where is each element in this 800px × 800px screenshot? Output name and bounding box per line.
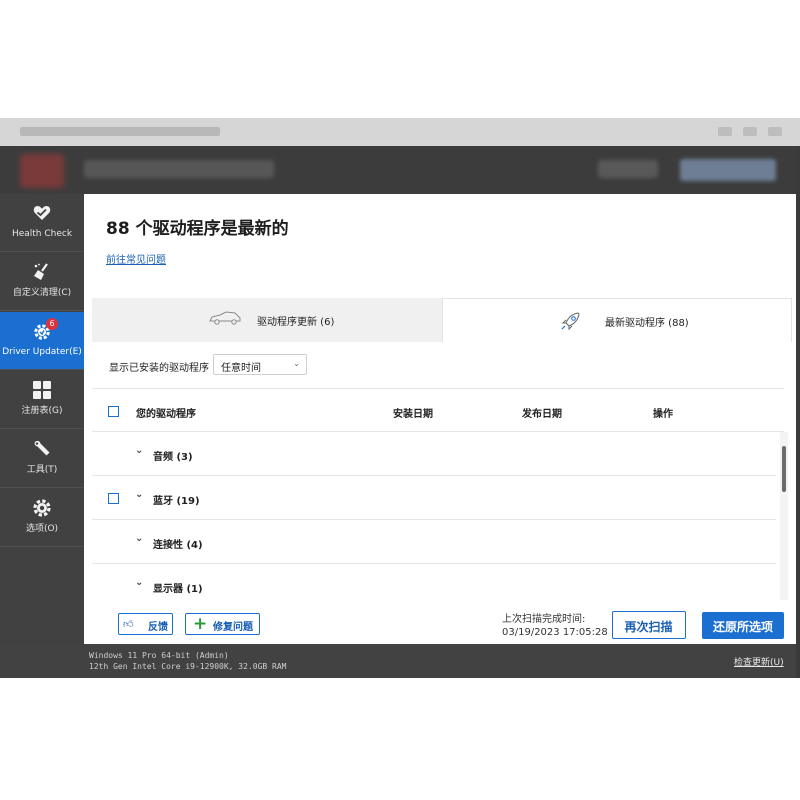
status-bar: Windows 11 Pro 64-bit (Admin) 12th Gen I… [0, 644, 800, 678]
select-all-checkbox[interactable] [108, 406, 119, 417]
sidebar-item-options[interactable]: 选项(O) [0, 489, 84, 547]
button-label: 再次扫描 [624, 620, 673, 634]
header-blurred-upgrade-button[interactable] [680, 159, 776, 181]
header-blurred-button[interactable] [598, 160, 658, 178]
sidebar-item-label: 自定义清理(C) [12, 288, 72, 298]
tab-latest-drivers[interactable]: 最新驱动程序 (88) [442, 298, 792, 342]
driver-list: ⌄ 音频 (3) ⌄ 蓝牙 (19) ⌄ 连接性 (4) ⌄ 显示器 (1) [92, 432, 784, 600]
sidebar-item-registry[interactable]: 注册表(G) [0, 371, 84, 429]
broom-icon [34, 263, 48, 280]
time-filter-dropdown[interactable]: 任意时间 ⌄ [213, 354, 307, 375]
chevron-down-icon[interactable]: ⌄ [135, 489, 143, 500]
page-title: 88 个驱动程序是最新的 [106, 219, 289, 239]
restore-selected-button[interactable]: 还原所选项 [702, 612, 784, 639]
sidebar-item-driver-updater[interactable]: 6 Driver Updater(E) [0, 312, 84, 370]
sidebar-item-label: Health Check [11, 229, 73, 239]
driver-category-row[interactable]: ⌄ 蓝牙 (19) [92, 476, 776, 520]
last-scan-label: 上次扫描完成时间: [502, 614, 586, 625]
close-icon[interactable] [768, 127, 782, 136]
minimize-icon[interactable] [718, 127, 732, 136]
filter-label: 显示已安装的驱动程序 [109, 363, 209, 374]
chevron-down-icon[interactable]: ⌄ [135, 577, 143, 588]
driver-category-row[interactable]: ⌄ 连接性 (4) [92, 520, 776, 564]
tab-bar: 驱动程序更新 (6) 最新驱动程序 (88) [92, 298, 792, 342]
column-header-install-date[interactable]: 安装日期 [393, 405, 433, 420]
wrench-icon [34, 440, 50, 456]
sidebar-item-label: Driver Updater(E) [2, 347, 82, 357]
category-label: 音频 (3) [153, 452, 193, 463]
chevron-down-icon[interactable]: ⌄ [135, 533, 143, 544]
sidebar-item-tools[interactable]: 工具(T) [0, 430, 84, 488]
chevron-down-icon: ⌄ [293, 359, 300, 368]
list-scrollbar[interactable] [780, 432, 788, 600]
os-info: Windows 11 Pro 64-bit (Admin) [89, 651, 229, 660]
dropdown-value: 任意时间 [221, 363, 261, 374]
tab-label: 最新驱动程序 (88) [605, 318, 689, 329]
app-window: Health Check 自定义清理(C) 6 Driver Updater(E… [0, 0, 800, 800]
sidebar-item-label: 注册表(G) [21, 406, 63, 416]
row-checkbox[interactable] [108, 493, 119, 504]
tab-driver-updates[interactable]: 驱动程序更新 (6) [92, 298, 442, 342]
app-logo [20, 154, 64, 188]
maximize-icon[interactable] [743, 127, 757, 136]
category-label: 显示器 (1) [153, 584, 203, 595]
button-label: 还原所选项 [712, 620, 773, 634]
thumbs-up-down-icon: 👍︎ [123, 619, 134, 630]
sidebar: Health Check 自定义清理(C) 6 Driver Updater(E… [0, 194, 84, 644]
category-label: 连接性 (4) [153, 540, 203, 551]
tab-label: 驱动程序更新 (6) [257, 317, 335, 328]
sidebar-item-custom-clean[interactable]: 自定义清理(C) [0, 253, 84, 311]
table-header: 您的驱动程序 安装日期 发布日期 操作 [92, 388, 784, 432]
sidebar-item-label: 工具(T) [26, 465, 58, 475]
window-right-edge [796, 146, 800, 678]
category-label: 蓝牙 (19) [153, 496, 200, 507]
app-header [0, 146, 800, 194]
chevron-down-icon[interactable]: ⌄ [135, 445, 143, 456]
app-header-blurred-title [84, 160, 274, 178]
feedback-button[interactable]: 👍︎ 反馈 [118, 613, 173, 635]
settings-gear-icon [33, 499, 51, 517]
button-label: 修复问题 [213, 622, 253, 633]
hardware-info: 12th Gen Intel Core i9-12900K, 32.0GB RA… [89, 662, 287, 671]
car-icon [209, 311, 241, 325]
heart-icon [33, 206, 51, 220]
main-panel: 88 个驱动程序是最新的 前往常见问题 驱动程序更新 (6) 最新驱动程序 (8 [84, 194, 800, 644]
faq-link[interactable]: 前往常见问题 [106, 251, 166, 266]
column-header-action: 操作 [653, 409, 673, 420]
rocket-icon [561, 312, 580, 331]
scrollbar-thumb[interactable] [782, 446, 786, 492]
column-header-driver: 您的驱动程序 [136, 409, 196, 420]
driver-category-row[interactable]: ⌄ 显示器 (1) [92, 564, 776, 600]
driver-category-row[interactable]: ⌄ 音频 (3) [92, 432, 776, 476]
sidebar-item-health-check[interactable]: Health Check [0, 194, 84, 252]
check-updates-link[interactable]: 检查更新(U) [734, 655, 784, 668]
title-bar [0, 118, 800, 146]
button-label: 反馈 [148, 622, 168, 633]
last-scan-time: 03/19/2023 17:05:28 [502, 627, 608, 638]
rescan-button[interactable]: 再次扫描 [612, 611, 686, 639]
fix-issues-button[interactable]: + 修复问题 [185, 613, 260, 635]
title-bar-blurred-text [20, 127, 220, 136]
plus-icon: + [193, 614, 208, 634]
grid-icon [33, 381, 51, 399]
sidebar-item-label: 选项(O) [25, 524, 59, 534]
notification-badge: 6 [46, 318, 58, 330]
column-header-release-date[interactable]: 发布日期 [522, 405, 562, 420]
